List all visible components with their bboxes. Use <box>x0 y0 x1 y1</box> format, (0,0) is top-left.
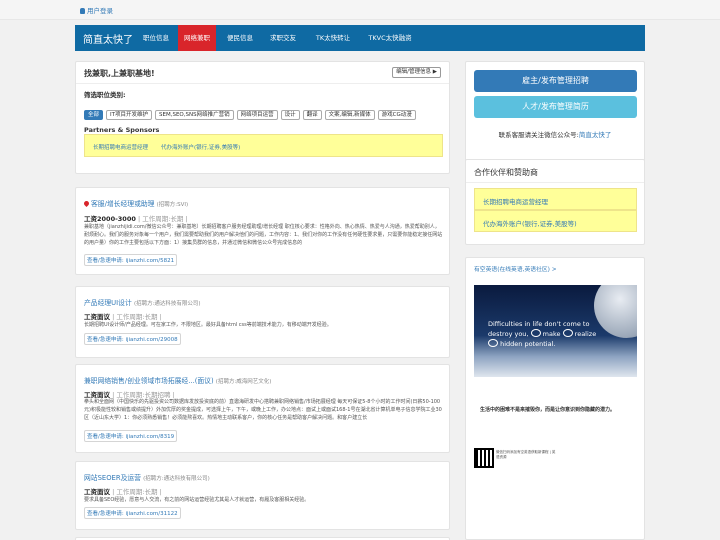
ad-caption: 生活中的困难不是来摧毁你，而是让你意识到你隐藏的潜力。 <box>480 407 616 413</box>
edit-manage-label: 编辑/管理信息 <box>396 69 432 75</box>
job-company: (招聘方:威海网艺文化) <box>215 379 272 385</box>
category-label: 筛选职位类别: <box>84 91 126 99</box>
circle-mark <box>488 339 498 347</box>
job-salary-line: 工资面议 | 工作周期:长期 | <box>84 311 162 321</box>
qr-code <box>474 448 494 468</box>
job-title: 产品经理UI设计 <box>84 299 132 307</box>
sponsor-box: 长期招聘电商运营经理 <box>474 188 637 210</box>
filter-panel: 找兼职,上兼职基地! 编辑/管理信息 ▶ 筛选职位类别: 全部 IT项目开发维护 S… <box>75 61 450 174</box>
job-card: 产品经理UI设计 (招聘方:通达科技有限公司) 工资面议 | 工作周期:长期 |… <box>75 286 450 358</box>
sponsors-panel: 合作伙伴和赞助商 长期招聘电商运营经理 代办海外账户(银行,证券,美股等) <box>465 159 645 245</box>
job-apply-link[interactable]: 查看/急速申请: ijianzhi.com/29008 <box>84 333 181 345</box>
job-apply-link[interactable]: 查看/急速申请: ijianzhi.com/5821 <box>84 254 178 266</box>
circle-mark <box>530 329 541 337</box>
contact-line: 联系客服请关注微信公众号:简直太快了 <box>466 129 644 139</box>
tag-copywriting[interactable]: 文案,编辑,新媒体 <box>324 110 375 120</box>
job-salary-line: 工资面议 | 工作周期:长期 | <box>84 486 162 496</box>
sponsor-box: 代办海外账户(银行,证券,美股等) <box>474 210 637 232</box>
nav-item-local-info[interactable]: 便民信息 <box>221 25 259 51</box>
ad-text-line: destroy you, <box>488 330 529 338</box>
job-company: (招聘方:通达科技有限公司) <box>143 476 210 482</box>
login-link[interactable]: 用户登录 <box>80 5 113 15</box>
qr-caption: 微信扫码添加有空英语获取新课程 | 英语资源 <box>496 450 556 459</box>
pin-icon <box>82 199 91 208</box>
nav-item-tk-transfer[interactable]: TK太快转让 <box>308 25 358 51</box>
job-company: (招聘方:通达科技有限公司) <box>133 301 201 307</box>
tag-translation[interactable]: 翻译 <box>302 110 322 120</box>
ad-text-line: make <box>542 330 561 338</box>
job-period: | 工作周期:长期 | <box>112 488 162 496</box>
login-label: 用户登录 <box>87 7 113 15</box>
tag-all[interactable]: 全部 <box>84 110 104 120</box>
nav-item-online-parttime[interactable]: 网络兼职 <box>178 25 216 51</box>
category-tags: 全部 IT项目开发维护 SEM,SEO,SNS网络推广营销 网络项目运营 设计 翻译 文案,… <box>84 101 444 120</box>
job-salary: 工资2000-3000 <box>84 215 136 223</box>
tag-operations[interactable]: 网络项目运营 <box>236 110 278 120</box>
job-title-link[interactable]: 产品经理UI设计 (招聘方:通达科技有限公司) <box>84 297 201 307</box>
user-icon <box>80 8 85 14</box>
job-period: | 工作周期:长期 | <box>112 313 162 321</box>
job-salary: 工资面议 <box>84 313 110 321</box>
partners-label: Partners & Sponsors <box>84 126 160 134</box>
nav-item-jobseek-social[interactable]: 求职交友 <box>264 25 302 51</box>
job-title: 客服/增长经理或助理 <box>91 200 155 208</box>
job-title-link[interactable]: 网站SEOER及运营 (招聘方:通达科技有限公司) <box>84 472 210 482</box>
contact-wechat-link[interactable]: 简直太快了 <box>579 131 612 139</box>
job-title-link[interactable]: 客服/增长经理或助理 (招聘方:SVI) <box>82 198 189 208</box>
talent-post-button[interactable]: 人才/发布管理简历 <box>474 96 637 118</box>
job-description: 长期招聘UI设计师/产品经理。可在家工作，不限地区。最好具备html css等前… <box>84 322 332 328</box>
partners-box: 长期招聘电商运营经理 代办海外账户(银行,证券,美股等) <box>84 134 443 157</box>
circle-mark <box>562 329 573 337</box>
ad-text-line: Difficulties in life don't come to <box>488 320 590 328</box>
job-title-link[interactable]: 兼职网络销售/创业领域市场拓展经...(面议) (招聘方:威海网艺文化) <box>84 375 271 385</box>
partner-link-ecommerce[interactable]: 长期招聘电商运营经理 <box>93 143 148 151</box>
tag-sem-seo[interactable]: SEM,SEO,SNS网络推广营销 <box>155 110 234 120</box>
divider <box>76 83 449 84</box>
job-description: 要求具备SEO经验，愿意与人交流，有之前的网站运营经验尤其是人才就运营，有履及客… <box>84 497 310 503</box>
divider <box>466 182 644 183</box>
job-salary-line: 工资2000-3000 | 工作周期:长期 | <box>84 213 188 223</box>
job-card: 兼职网络销售/创业领域市场拓展经...(面议) (招聘方:威海网艺文化) 工资面… <box>75 364 450 453</box>
job-period: | 工作周期:长期 | <box>137 215 188 223</box>
job-apply-link[interactable]: 查看/急速申请: ijianzhi.com/31122 <box>84 507 181 519</box>
employer-post-button[interactable]: 雇主/发布管理招聘 <box>474 70 637 92</box>
nav-item-tkvc-finance[interactable]: TKVC太快融资 <box>361 25 419 51</box>
tag-game-cg[interactable]: 游戏CG动漫 <box>377 110 416 120</box>
job-title: 网站SEOER及运营 <box>84 474 141 482</box>
nav-item-jobs[interactable]: 职位信息 <box>137 25 175 51</box>
job-card: 客服/增长经理或助理 (招聘方:SVI) 工资2000-3000 | 工作周期:… <box>75 187 450 275</box>
ad-panel: 有空英语(在线英语,英语社区) > Difficulties in life d… <box>465 257 645 540</box>
ad-link[interactable]: 有空英语(在线英语,英语社区) > <box>474 264 557 273</box>
site-brand[interactable]: 简直太快了 <box>83 31 133 46</box>
sponsors-title: 合作伙伴和赞助商 <box>474 168 538 177</box>
job-title: 兼职网络销售/创业领域市场拓展经...(面议) <box>84 377 214 385</box>
partner-link-overseas-account[interactable]: 代办海外账户(银行,证券,美股等) <box>161 143 240 151</box>
main-nav: 简直太快了 职位信息 网络兼职 便民信息 求职交友 TK太快转让 TKVC太快融… <box>75 25 645 51</box>
tag-design[interactable]: 设计 <box>280 110 300 120</box>
ad-text-line: hidden potential. <box>500 340 556 348</box>
job-salary: 工资面议 <box>84 488 110 496</box>
ad-text-line: realize <box>574 330 597 338</box>
top-bar: 用户登录 <box>0 0 720 20</box>
edit-manage-button[interactable]: 编辑/管理信息 ▶ <box>392 67 441 78</box>
job-description: 拳头和全面网（中国快乐的先驱投资公司数据库发放投资底的前）直邀海研发中心搭聘兼职… <box>84 399 442 421</box>
post-panel: 雇主/发布管理招聘 人才/发布管理简历 联系客服请关注微信公众号:简直太快了 <box>465 61 645 175</box>
ad-banner-text: Difficulties in life don't come to destr… <box>488 319 637 349</box>
job-card: 网站SEOER及运营 (招聘方:通达科技有限公司) 工资面议 | 工作周期:长期… <box>75 461 450 530</box>
sponsor-link-overseas-account[interactable]: 代办海外账户(银行,证券,美股等) <box>483 218 577 228</box>
tag-it-dev[interactable]: IT项目开发维护 <box>106 110 152 120</box>
contact-prefix: 联系客服请关注微信公众号: <box>498 131 579 139</box>
job-apply-link[interactable]: 查看/急速申请: ijianzhi.com/8319 <box>84 430 178 442</box>
filter-title: 找兼职,上兼职基地! <box>84 69 155 78</box>
ad-banner-image[interactable]: Difficulties in life don't come to destr… <box>474 285 637 377</box>
sponsor-link-ecommerce[interactable]: 长期招聘电商运营经理 <box>483 196 548 206</box>
job-description: 兼职基地（jianzhijidi.com/微信公众号：兼职基地）长期招聘客户服务… <box>84 224 443 246</box>
job-company: (招聘方:SVI) <box>156 202 189 208</box>
